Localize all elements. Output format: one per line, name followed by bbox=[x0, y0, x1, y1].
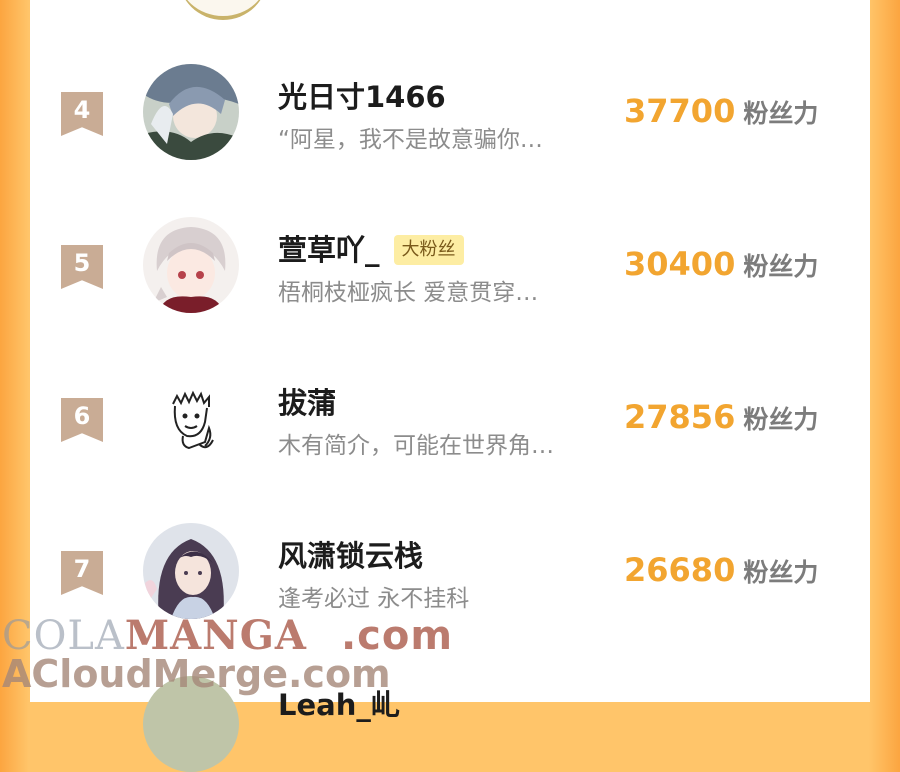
score-unit: 粉丝力 bbox=[743, 252, 819, 281]
list-item-rank-5[interactable]: 5 萱草吖_ 大粉丝 梧桐枝桠疯长 爱意贯穿… 30400 粉丝力 bbox=[30, 203, 870, 323]
ranking-panel: 4 光日寸1466 “阿星，我不是故意骗你… 37700 粉丝力 5 萱草吖_ … bbox=[30, 0, 870, 702]
user-name[interactable]: 拔蒲 bbox=[278, 380, 336, 422]
score-value: 37700 bbox=[624, 92, 736, 130]
list-item-rank-7[interactable]: 7 风潇锁云栈 逢考必过 永不挂科 26680 粉丝力 bbox=[30, 509, 870, 629]
fan-level-badge: 大粉丝 bbox=[393, 235, 464, 265]
score-value: 30400 bbox=[624, 245, 736, 283]
fan-power-score: 27856 粉丝力 bbox=[624, 398, 818, 436]
list-item-rank-4[interactable]: 4 光日寸1466 “阿星，我不是故意骗你… 37700 粉丝力 bbox=[30, 50, 870, 170]
score-value: 27856 bbox=[624, 398, 736, 436]
rank-badge: 6 bbox=[61, 398, 103, 442]
user-name-text[interactable]: 萱草吖_ bbox=[278, 233, 380, 267]
score-value: 26680 bbox=[624, 551, 736, 589]
user-bio: 逢考必过 永不挂科 bbox=[278, 586, 470, 612]
user-avatar[interactable] bbox=[143, 217, 239, 313]
user-avatar[interactable] bbox=[143, 64, 239, 160]
user-bio: 梧桐枝桠疯长 爱意贯穿… bbox=[278, 280, 539, 306]
score-unit: 粉丝力 bbox=[743, 99, 819, 128]
user-avatar[interactable] bbox=[143, 523, 239, 619]
user-bio: 木有简介，可能在世界角… bbox=[278, 433, 554, 459]
user-avatar[interactable] bbox=[143, 370, 239, 466]
list-item-rank-6[interactable]: 6 拔蒲 木有简介，可能在世界角… 27856 粉丝力 bbox=[30, 356, 870, 476]
user-name[interactable]: 风潇锁云栈 bbox=[278, 533, 423, 575]
rank-badge: 7 bbox=[61, 551, 103, 595]
watermark-line-2: ACloudMerge.com bbox=[2, 652, 391, 696]
fan-power-score: 26680 粉丝力 bbox=[624, 551, 818, 589]
user-name[interactable]: 光日寸1466 bbox=[278, 74, 446, 116]
rank-badge: 5 bbox=[61, 245, 103, 289]
fan-power-score: 37700 粉丝力 bbox=[624, 92, 818, 130]
fan-power-score: 30400 粉丝力 bbox=[624, 245, 818, 283]
score-unit: 粉丝力 bbox=[743, 558, 819, 587]
score-unit: 粉丝力 bbox=[743, 405, 819, 434]
previous-avatar-partial[interactable] bbox=[178, 0, 268, 20]
user-bio: “阿星，我不是故意骗你… bbox=[278, 127, 543, 153]
user-name[interactable]: 萱草吖_ 大粉丝 bbox=[278, 227, 464, 269]
rank-badge: 4 bbox=[61, 92, 103, 136]
